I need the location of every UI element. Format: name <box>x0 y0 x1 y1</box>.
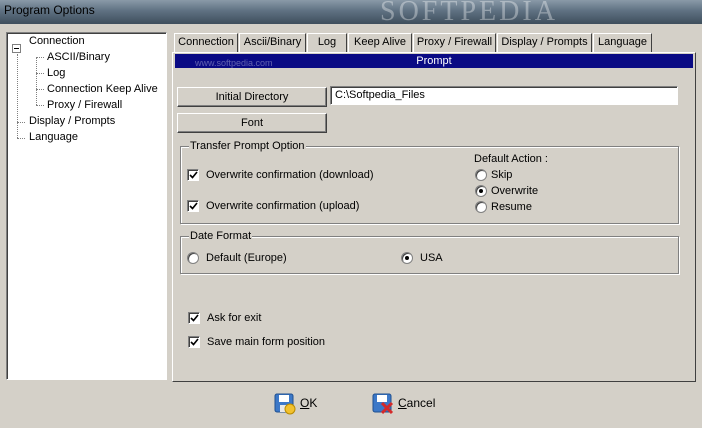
tree-line <box>36 57 44 58</box>
radio-circle[interactable] <box>475 185 487 197</box>
tree-item-connection[interactable]: Connection <box>29 34 85 49</box>
checkbox-box[interactable] <box>187 169 199 181</box>
usa-label: USA <box>420 252 443 264</box>
date-format-group: Date Format Default (Europe) USA <box>180 230 679 274</box>
tree-line <box>36 89 44 90</box>
initial-directory-button[interactable]: Initial Directory <box>177 87 327 107</box>
radio-circle[interactable] <box>475 201 487 213</box>
tree-line <box>17 138 25 139</box>
checkbox-box[interactable] <box>188 312 200 324</box>
panel-watermark: www.softpedia.com <box>195 58 273 68</box>
minus-box-icon[interactable] <box>12 44 21 53</box>
tab-keep-alive[interactable]: Keep Alive <box>348 33 412 52</box>
europe-label: Default (Europe) <box>206 252 287 264</box>
cancel-button[interactable]: Cancel <box>370 390 450 416</box>
tab-display-prompts[interactable]: Display / Prompts <box>497 33 592 52</box>
tree-item-display-prompts[interactable]: Display / Prompts <box>29 114 115 129</box>
tree-item-language[interactable]: Language <box>29 130 78 145</box>
cancel-label: Cancel <box>398 396 436 410</box>
initial-directory-field[interactable]: C:\Softpedia_Files <box>330 86 678 105</box>
title-bar: Program Options SOFTPEDIA <box>0 0 702 27</box>
ok-button[interactable]: OK <box>272 390 332 416</box>
radio-circle[interactable] <box>475 169 487 181</box>
program-options-window: Connection ASCII/Binary Log Connection K… <box>0 24 702 428</box>
transfer-prompt-group: Transfer Prompt Option Overwrite confirm… <box>180 140 679 224</box>
date-format-title: Date Format <box>189 230 253 242</box>
tree-line <box>36 73 44 74</box>
tree-line <box>36 57 37 105</box>
radio-circle[interactable] <box>187 252 199 264</box>
tab-connection[interactable]: Connection <box>174 33 238 52</box>
default-action-label: Default Action : <box>474 153 548 165</box>
resume-label: Resume <box>491 201 532 213</box>
ok-label: OK <box>300 396 318 410</box>
overwrite-label: Overwrite <box>491 185 539 197</box>
tree-item-log[interactable]: Log <box>47 66 65 81</box>
overwrite-download-label: Overwrite confirmation (download) <box>206 169 374 181</box>
overwrite-upload-label: Overwrite confirmation (upload) <box>206 200 360 212</box>
checkbox-box[interactable] <box>188 336 200 348</box>
tab-log[interactable]: Log <box>307 33 347 52</box>
prompt-header-label: Prompt <box>416 55 452 67</box>
tree-line <box>17 54 18 138</box>
save-main-form-position-label: Save main form position <box>207 336 325 348</box>
cancel-x-icon <box>372 393 394 415</box>
prompt-header: www.softpedia.com Prompt <box>175 54 693 68</box>
skip-label: Skip <box>491 169 513 181</box>
font-button[interactable]: Font <box>177 113 327 133</box>
checkbox-box[interactable] <box>187 200 199 212</box>
options-tree[interactable]: Connection ASCII/Binary Log Connection K… <box>6 32 167 380</box>
radio-circle[interactable] <box>401 252 413 264</box>
display-prompts-panel: www.softpedia.com Prompt Initial Directo… <box>172 52 696 382</box>
tree-line <box>17 122 25 123</box>
tab-ascii-binary[interactable]: Ascii/Binary <box>239 33 306 52</box>
floppy-disk-icon <box>274 393 296 415</box>
tree-item-ascii-binary[interactable]: ASCII/Binary <box>47 50 110 65</box>
tree-item-proxy-firewall[interactable]: Proxy / Firewall <box>47 98 122 113</box>
transfer-prompt-title: Transfer Prompt Option <box>189 140 306 152</box>
window-title: Program Options <box>4 3 95 17</box>
tab-language[interactable]: Language <box>593 33 652 52</box>
tree-item-connection-keep-alive[interactable]: Connection Keep Alive <box>47 82 158 97</box>
tree-line <box>36 105 44 106</box>
tab-proxy-firewall[interactable]: Proxy / Firewall <box>413 33 496 52</box>
ask-for-exit-label: Ask for exit <box>207 312 262 324</box>
